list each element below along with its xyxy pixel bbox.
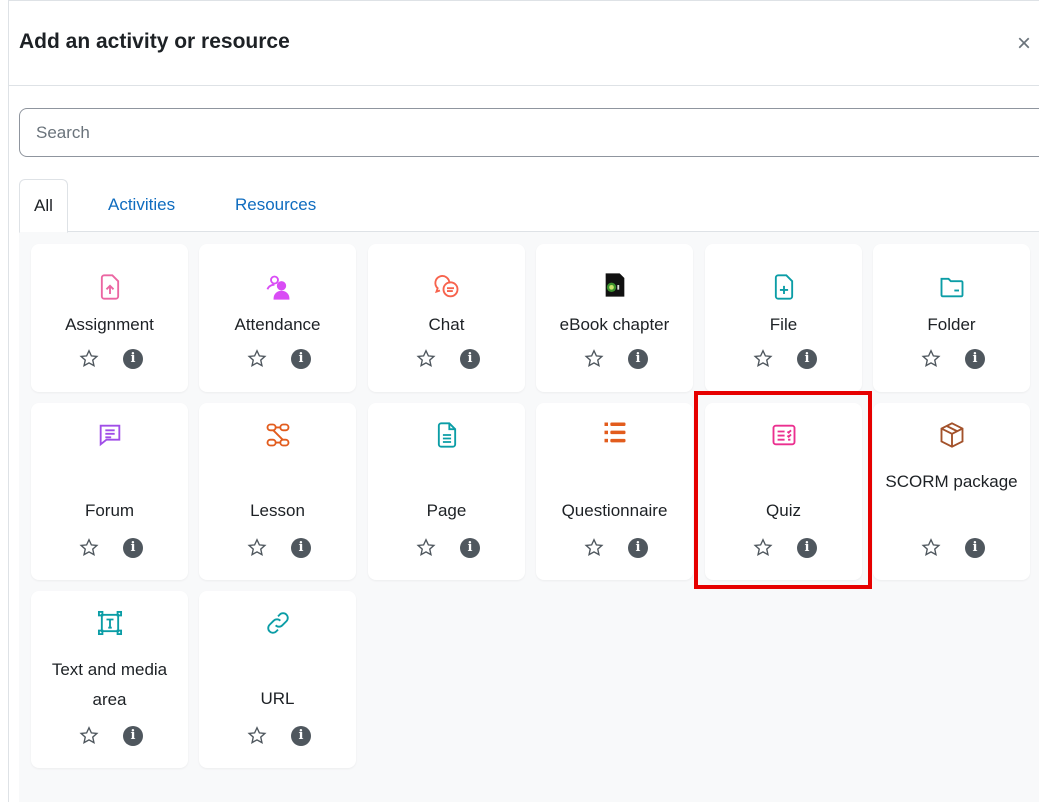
activity-label: Assignment <box>65 315 154 334</box>
tab-resources[interactable]: Resources <box>235 179 316 232</box>
activity-label: Questionnaire <box>561 501 668 520</box>
info-icon[interactable]: i <box>123 726 143 746</box>
activity-label: Text and media area <box>51 660 168 709</box>
activity-card-quiz[interactable]: Quiz i <box>705 403 862 580</box>
info-icon[interactable]: i <box>628 538 648 558</box>
star-icon[interactable] <box>78 348 100 372</box>
star-icon[interactable] <box>415 537 437 561</box>
url-link-icon <box>263 608 293 638</box>
questionnaire-list-icon <box>600 418 630 448</box>
tab-all[interactable]: All <box>19 179 68 233</box>
forum-speech-icon <box>95 420 125 450</box>
category-tabs: All Activities Resources <box>19 179 1039 233</box>
activity-card-lesson[interactable]: Lesson i <box>199 403 356 580</box>
info-icon[interactable]: i <box>965 538 985 558</box>
lesson-nodes-icon <box>263 420 293 450</box>
star-icon[interactable] <box>583 348 605 372</box>
activity-card-page[interactable]: Page i <box>368 403 525 580</box>
activity-card-forum[interactable]: Forum i <box>31 403 188 580</box>
star-icon[interactable] <box>246 725 268 749</box>
activity-card-folder[interactable]: Folder i <box>873 244 1030 392</box>
star-icon[interactable] <box>920 537 942 561</box>
star-icon[interactable] <box>752 537 774 561</box>
info-icon[interactable]: i <box>123 538 143 558</box>
info-icon[interactable]: i <box>460 349 480 369</box>
star-icon[interactable] <box>246 348 268 372</box>
card-actions: i <box>705 537 862 563</box>
info-icon[interactable]: i <box>965 349 985 369</box>
info-icon[interactable]: i <box>291 349 311 369</box>
card-actions: i <box>368 348 525 374</box>
activity-label: eBook chapter <box>559 315 670 334</box>
close-icon[interactable]: × <box>1017 31 1039 57</box>
star-icon[interactable] <box>415 348 437 372</box>
card-actions: i <box>31 348 188 374</box>
info-icon[interactable]: i <box>628 349 648 369</box>
activity-card-chat[interactable]: Chat i <box>368 244 525 392</box>
activity-chooser-grid: Assignment i Attendance i Chat i eBook c… <box>19 231 1039 802</box>
info-icon[interactable]: i <box>291 538 311 558</box>
star-icon[interactable] <box>78 537 100 561</box>
activity-card-assignment[interactable]: Assignment i <box>31 244 188 392</box>
assignment-upload-icon <box>95 272 125 302</box>
star-icon[interactable] <box>246 537 268 561</box>
activity-label: Attendance <box>234 315 321 334</box>
file-plus-icon <box>769 272 799 302</box>
card-actions: i <box>705 348 862 374</box>
chat-bubbles-icon <box>432 272 462 302</box>
tab-activities[interactable]: Activities <box>108 179 175 232</box>
add-activity-modal: Add an activity or resource × All Activi… <box>8 0 1039 802</box>
activity-label: Folder <box>927 315 976 334</box>
card-actions: i <box>31 725 188 751</box>
star-icon[interactable] <box>752 348 774 372</box>
activity-card-url[interactable]: URL i <box>199 591 356 768</box>
activity-label: Forum <box>84 501 135 520</box>
star-icon[interactable] <box>78 725 100 749</box>
card-actions: i <box>368 537 525 563</box>
card-actions: i <box>199 537 356 563</box>
card-actions: i <box>536 537 693 563</box>
activity-card-attendance[interactable]: Attendance i <box>199 244 356 392</box>
card-actions: i <box>199 725 356 751</box>
card-actions: i <box>536 348 693 374</box>
info-icon[interactable]: i <box>797 349 817 369</box>
activity-label: SCORM package <box>885 472 1018 491</box>
info-icon[interactable]: i <box>797 538 817 558</box>
card-actions: i <box>31 537 188 563</box>
star-icon[interactable] <box>920 348 942 372</box>
star-icon[interactable] <box>583 537 605 561</box>
modal-header: Add an activity or resource × <box>9 1 1039 86</box>
info-icon[interactable]: i <box>123 349 143 369</box>
activity-label: Lesson <box>250 501 305 520</box>
folder-icon <box>937 272 967 302</box>
card-actions: i <box>873 348 1030 374</box>
activity-label: Quiz <box>766 501 801 520</box>
card-actions: i <box>873 537 1030 563</box>
activity-card-ebook-chapter[interactable]: eBook chapter i <box>536 244 693 392</box>
activity-card-questionnaire[interactable]: Questionnaire i <box>536 403 693 580</box>
info-icon[interactable]: i <box>460 538 480 558</box>
ebook-chapter-icon <box>600 270 630 300</box>
modal-title: Add an activity or resource <box>19 30 290 53</box>
quiz-checklist-icon <box>769 420 799 450</box>
card-actions: i <box>199 348 356 374</box>
info-icon[interactable]: i <box>291 726 311 746</box>
attendance-people-icon <box>263 272 293 302</box>
scorm-package-box-icon <box>937 420 967 450</box>
search-input[interactable] <box>20 109 1039 156</box>
activity-card-scorm-package[interactable]: SCORM package i <box>873 403 1030 580</box>
page-document-icon <box>432 420 462 450</box>
activity-label: Chat <box>428 315 465 334</box>
text-media-area-icon <box>95 608 125 638</box>
activity-label: Page <box>426 501 467 520</box>
activity-card-text-and-media-area[interactable]: Text and media area i <box>31 591 188 768</box>
activity-label: URL <box>260 689 295 708</box>
activity-label: File <box>769 315 798 334</box>
activity-card-file[interactable]: File i <box>705 244 862 392</box>
search-box[interactable] <box>19 108 1039 157</box>
